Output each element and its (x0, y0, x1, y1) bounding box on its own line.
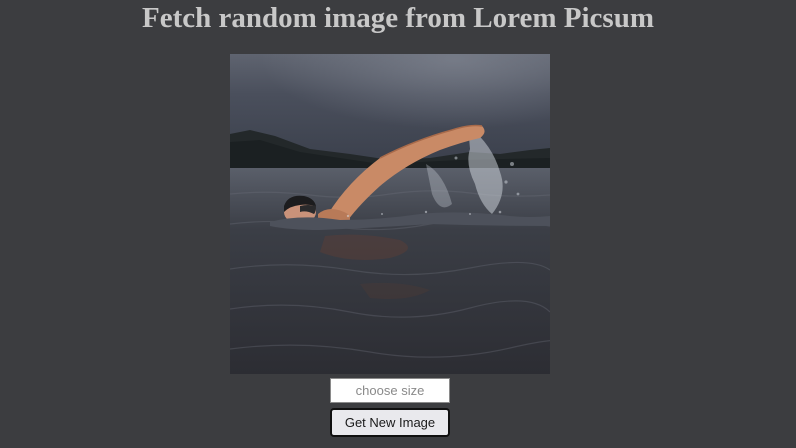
size-input[interactable] (330, 378, 450, 403)
page-title: Fetch random image from Lorem Picsum (142, 2, 654, 34)
random-photo (230, 54, 550, 374)
page: Fetch random image from Lorem Picsum cho… (0, 0, 796, 448)
get-new-image-button[interactable]: Get New Image (330, 408, 450, 437)
